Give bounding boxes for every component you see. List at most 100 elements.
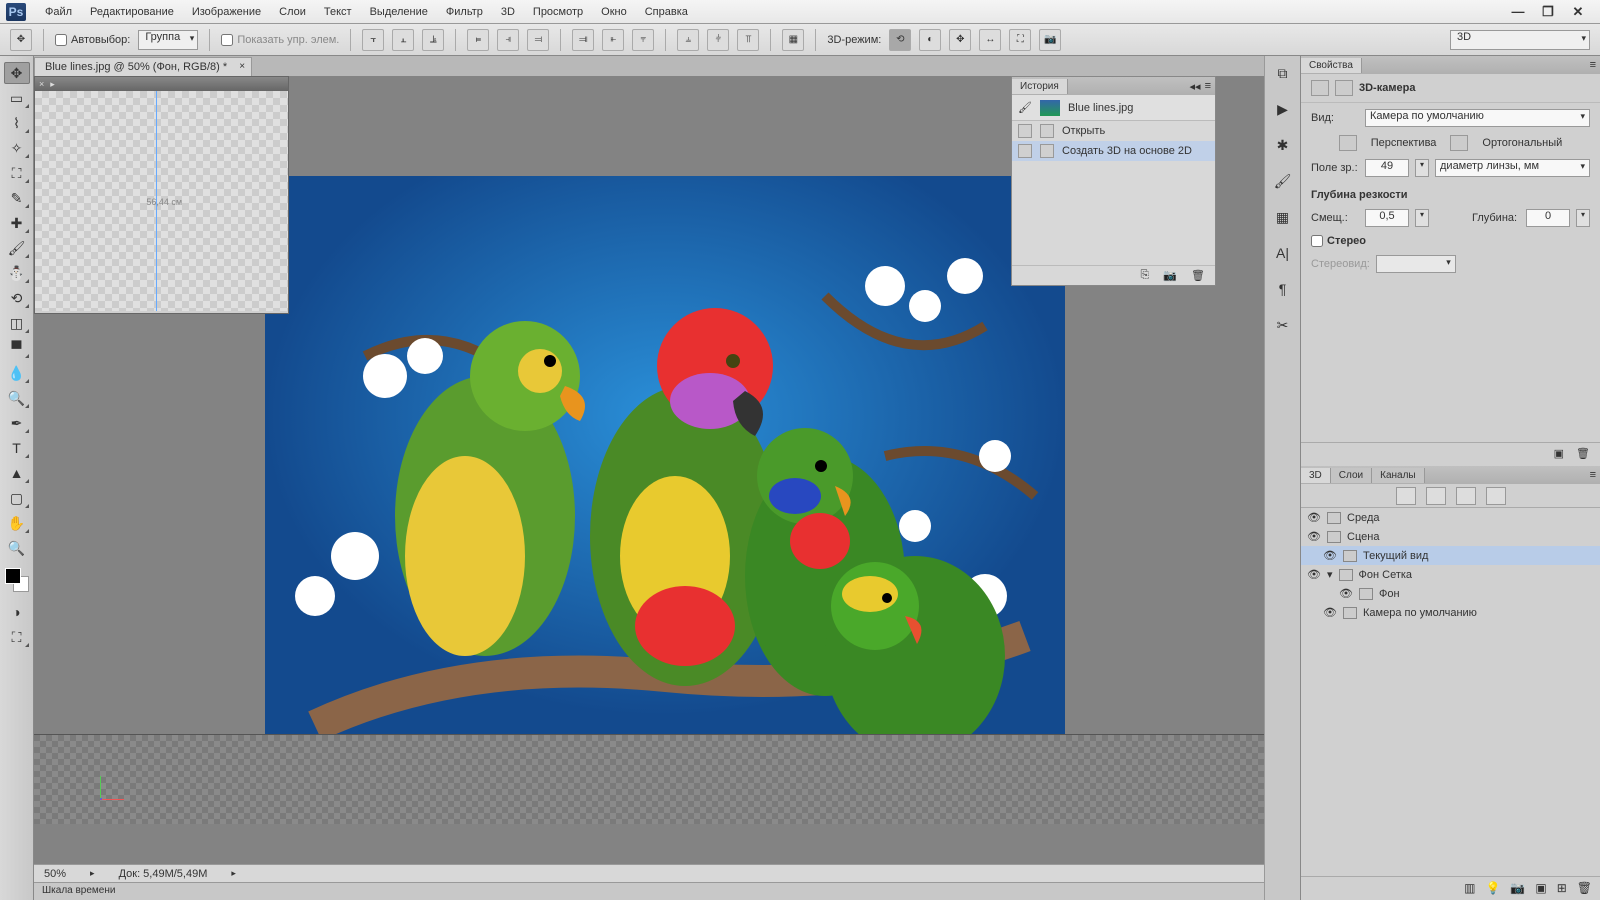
window-minimize[interactable]: — xyxy=(1510,4,1526,20)
tab-channels[interactable]: Каналы xyxy=(1372,468,1425,483)
camera-add-icon[interactable]: 📷 xyxy=(1510,881,1525,896)
close-tab-icon[interactable]: × xyxy=(239,61,245,72)
render-icon[interactable]: ▣ xyxy=(1535,881,1546,896)
wand-tool[interactable]: ✧ xyxy=(4,137,30,159)
3d-roll-icon[interactable]: ◐ xyxy=(919,29,941,51)
zoom-tool[interactable]: 🔍 xyxy=(4,537,30,559)
menu-edit[interactable]: Редактирование xyxy=(81,0,183,24)
brush-presets-icon[interactable]: ✱ xyxy=(1272,134,1294,156)
filter-scene-icon[interactable] xyxy=(1396,487,1416,505)
zoom-field[interactable]: 50% xyxy=(44,868,66,880)
align-right-icon[interactable]: ⫤ xyxy=(527,29,549,51)
ortho-icon[interactable] xyxy=(1450,135,1468,151)
zoom-menu-icon[interactable]: ▸ xyxy=(90,868,95,879)
align-left-icon[interactable]: ⫢ xyxy=(467,29,489,51)
plane-icon[interactable]: ▥ xyxy=(1464,881,1475,896)
stereo-check[interactable]: Стерео xyxy=(1311,235,1590,247)
color-swatches[interactable] xyxy=(5,568,29,592)
menu-image[interactable]: Изображение xyxy=(183,0,270,24)
tree-row-scene[interactable]: 👁Сцена xyxy=(1301,527,1600,546)
3d-camera-icon[interactable]: 📷 xyxy=(1039,29,1061,51)
menu-select[interactable]: Выделение xyxy=(361,0,437,24)
status-menu-icon[interactable]: ▸ xyxy=(231,868,236,879)
dist-left-icon[interactable]: ⫨ xyxy=(677,29,699,51)
menu-filter[interactable]: Фильтр xyxy=(437,0,492,24)
visibility-icon[interactable]: 👁 xyxy=(1323,549,1337,562)
history-icon[interactable]: ⧉ xyxy=(1272,62,1294,84)
3d-rotate-icon[interactable]: ⟲ xyxy=(889,29,911,51)
3d-preset-dropdown[interactable]: 3D xyxy=(1450,30,1590,50)
navigator-preview[interactable]: 56,44 см xyxy=(35,91,288,311)
3d-scale-icon[interactable]: ⛶ xyxy=(1009,29,1031,51)
visibility-icon[interactable]: 👁 xyxy=(1307,530,1321,543)
filter-material-icon[interactable] xyxy=(1456,487,1476,505)
marquee-tool[interactable]: ▭ xyxy=(4,87,30,109)
stamp-tool[interactable]: ⛄ xyxy=(4,262,30,284)
pen-tool[interactable]: ✒ xyxy=(4,412,30,434)
type-tool[interactable]: T xyxy=(4,437,30,459)
clone-source-icon[interactable]: ▦ xyxy=(1272,206,1294,228)
blur-tool[interactable]: 💧 xyxy=(4,362,30,384)
actions-icon[interactable]: ▶ xyxy=(1272,98,1294,120)
canvas-image[interactable] xyxy=(265,176,1065,776)
auto-align-icon[interactable]: ▦ xyxy=(782,29,804,51)
fov-stepper[interactable]: ▾ xyxy=(1415,159,1429,177)
dist-top-icon[interactable]: ⫥ xyxy=(572,29,594,51)
panel-menu-icon[interactable]: ≡ xyxy=(1590,469,1596,481)
depth-input[interactable]: 0 xyxy=(1526,209,1570,227)
offset-stepper[interactable]: ▾ xyxy=(1415,209,1429,227)
visibility-icon[interactable]: 👁 xyxy=(1307,511,1321,524)
history-step[interactable]: Открыть xyxy=(1012,121,1215,141)
menu-help[interactable]: Справка xyxy=(636,0,697,24)
dist-hcenter-icon[interactable]: ⫩ xyxy=(707,29,729,51)
eyedropper-tool[interactable]: ✎ xyxy=(4,187,30,209)
menu-3d[interactable]: 3D xyxy=(492,0,524,24)
align-top-icon[interactable]: ⫟ xyxy=(362,29,384,51)
history-source[interactable]: 🖌 Blue lines.jpg xyxy=(1012,95,1215,121)
depth-stepper[interactable]: ▾ xyxy=(1576,209,1590,227)
3d-axis-widget[interactable] xyxy=(82,778,122,818)
tree-row-currentview[interactable]: 👁Текущий вид xyxy=(1301,546,1600,565)
path-select-tool[interactable]: ▲ xyxy=(4,462,30,484)
timeline-tab[interactable]: Шкала времени xyxy=(34,882,1264,900)
filter-mesh-icon[interactable] xyxy=(1426,487,1446,505)
collapse-icon[interactable]: ▸ xyxy=(50,79,55,90)
hand-tool[interactable]: ✋ xyxy=(4,512,30,534)
navigator-overlay[interactable]: ×▸ 56,44 см xyxy=(34,76,289,314)
brush-icon[interactable]: 🖌 xyxy=(1272,170,1294,192)
align-hcenter-icon[interactable]: ⫣ xyxy=(497,29,519,51)
3d-pan-icon[interactable]: ✥ xyxy=(949,29,971,51)
light-icon[interactable]: 💡 xyxy=(1485,881,1500,896)
perspective-icon[interactable] xyxy=(1339,135,1357,151)
crop-tool[interactable]: ⛶ xyxy=(4,162,30,184)
panel-menu-icon[interactable]: ≡ xyxy=(1205,80,1211,93)
menu-window[interactable]: Окно xyxy=(592,0,636,24)
align-vcenter-icon[interactable]: ⫠ xyxy=(392,29,414,51)
offset-input[interactable]: 0,5 xyxy=(1365,209,1409,227)
window-close[interactable]: ✕ xyxy=(1570,4,1586,20)
move-tool-icon[interactable]: ✥ xyxy=(10,29,32,51)
history-tab[interactable]: История xyxy=(1012,79,1068,94)
tree-row-material[interactable]: 👁Фон xyxy=(1301,584,1600,603)
lasso-tool[interactable]: ⌇ xyxy=(4,112,30,134)
trash-icon[interactable]: 🗑 xyxy=(1576,447,1590,462)
snapshot-icon[interactable]: 📷 xyxy=(1163,269,1177,282)
menu-text[interactable]: Текст xyxy=(315,0,361,24)
dodge-tool[interactable]: 🔍 xyxy=(4,387,30,409)
character-icon[interactable]: A| xyxy=(1272,242,1294,264)
tools-presets-icon[interactable]: ✂ xyxy=(1272,314,1294,336)
trash-icon[interactable]: 🗑 xyxy=(1191,269,1205,282)
tree-row-camera[interactable]: 👁Камера по умолчанию xyxy=(1301,603,1600,622)
menu-view[interactable]: Просмотр xyxy=(524,0,592,24)
collapse-icon[interactable]: ◂◂ xyxy=(1190,80,1201,93)
history-step[interactable]: Создать 3D на основе 2D xyxy=(1012,141,1215,161)
navigator-header[interactable]: ×▸ xyxy=(35,77,288,91)
heal-tool[interactable]: ✚ xyxy=(4,212,30,234)
panel-menu-icon[interactable]: ≡ xyxy=(1590,59,1596,71)
document-tab[interactable]: Blue lines.jpg @ 50% (Фон, RGB/8) *× xyxy=(34,57,252,76)
lens-dropdown[interactable]: диаметр линзы, мм xyxy=(1435,159,1590,177)
gradient-tool[interactable]: ▀ xyxy=(4,337,30,359)
twisty-icon[interactable]: ▾ xyxy=(1327,568,1333,581)
menu-layer[interactable]: Слои xyxy=(270,0,315,24)
tab-3d[interactable]: 3D xyxy=(1301,468,1331,483)
